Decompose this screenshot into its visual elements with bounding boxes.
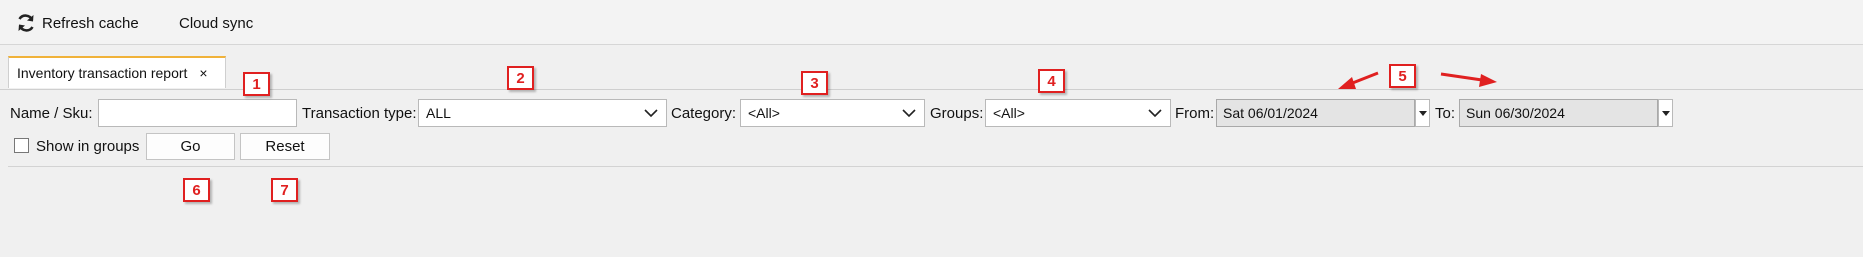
arrow-right-icon [1440, 72, 1483, 82]
arrow-left-head-icon [1338, 77, 1356, 89]
arrow-right-head-icon [1479, 74, 1497, 87]
annotation-arrows [1338, 71, 1497, 89]
arrow-left-icon [1349, 71, 1379, 86]
